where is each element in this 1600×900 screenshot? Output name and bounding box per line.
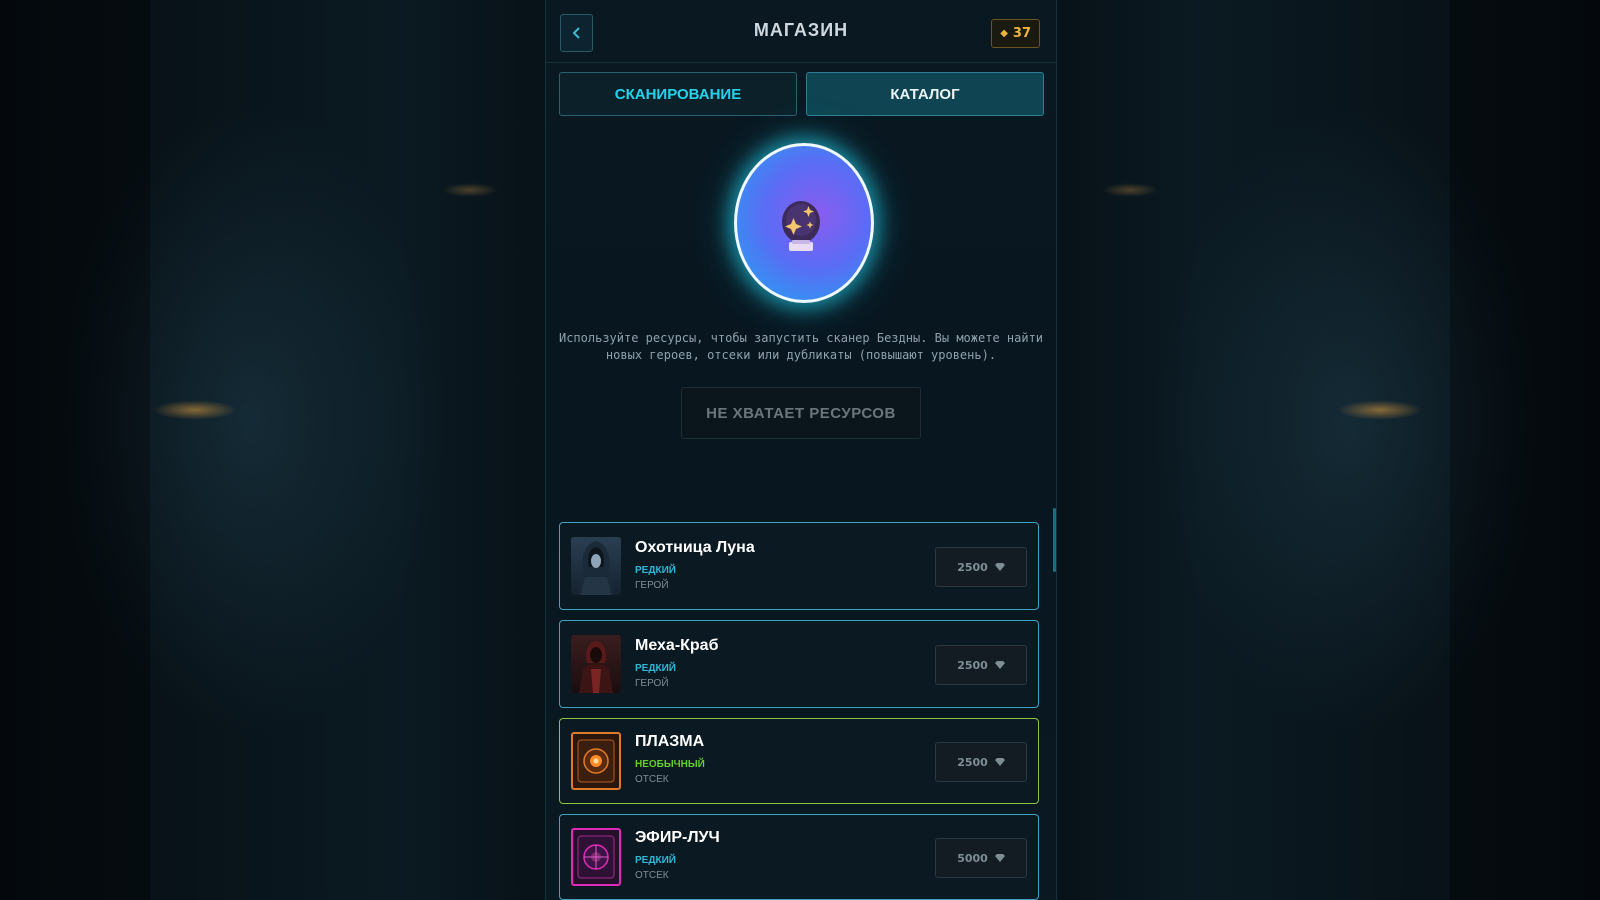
diamond-icon: ◆ — [1000, 28, 1008, 39]
scanner-orb[interactable] — [734, 143, 874, 303]
item-type: ОТСЕК — [635, 774, 669, 785]
buy-button[interactable]: 5000 — [935, 838, 1027, 878]
shop-item-card[interactable]: Меха-Краб РЕДКИЙ ГЕРОЙ 2500 — [559, 620, 1039, 708]
shop-item-card[interactable]: Охотница Луна РЕДКИЙ ГЕРОЙ 2500 — [559, 522, 1039, 610]
shop-panel: МАГАЗИН ◆ 37 СКАНИРОВАНИЕ КАТАЛОГ Исполь… — [545, 0, 1057, 900]
plasma-module-icon — [571, 732, 621, 790]
price-value: 2500 — [957, 755, 988, 769]
item-type: ГЕРОЙ — [635, 678, 669, 689]
item-rarity: НЕОБЫЧНЫЙ — [635, 759, 705, 770]
item-rarity: РЕДКИЙ — [635, 663, 676, 674]
buy-button[interactable]: 2500 — [935, 742, 1027, 782]
background-shadow-left — [0, 0, 150, 900]
price-value: 5000 — [957, 851, 988, 865]
page-title: МАГАЗИН — [753, 20, 849, 40]
tab-catalog[interactable]: КАТАЛОГ — [806, 72, 1044, 116]
crystal-ball-icon — [782, 201, 820, 251]
currency-value: 37 — [1012, 26, 1031, 41]
item-type: ОТСЕК — [635, 870, 669, 881]
shop-item-card[interactable]: ЭФИР-ЛУЧ РЕДКИЙ ОТСЕК 5000 — [559, 814, 1039, 900]
currency-badge: ◆ 37 — [991, 19, 1040, 48]
scanner-description: Используйте ресурсы, чтобы запустить ска… — [558, 331, 1044, 362]
shop-item-card[interactable]: ПЛАЗМА НЕОБЫЧНЫЙ ОТСЕК 2500 — [559, 718, 1039, 804]
shop-header: МАГАЗИН ◆ 37 — [546, 0, 1056, 63]
gem-icon — [994, 854, 1005, 862]
red-knight-portrait — [571, 635, 621, 693]
tab-scan[interactable]: СКАНИРОВАНИЕ — [559, 72, 797, 116]
hooded-hunter-portrait — [571, 537, 621, 595]
shop-tabs: СКАНИРОВАНИЕ КАТАЛОГ — [559, 72, 1044, 116]
buy-button[interactable]: 2500 — [935, 547, 1027, 587]
item-type: ГЕРОЙ — [635, 580, 669, 591]
ether-beam-module-icon — [571, 828, 621, 886]
price-value: 2500 — [957, 658, 988, 672]
price-value: 2500 — [957, 560, 988, 574]
item-name: ЭФИР-ЛУЧ — [635, 829, 720, 846]
gem-icon — [994, 563, 1005, 571]
background-shadow-right — [1450, 0, 1600, 900]
item-name: ПЛАЗМА — [635, 733, 705, 750]
buy-button[interactable]: 2500 — [935, 645, 1027, 685]
item-rarity: РЕДКИЙ — [635, 565, 676, 576]
gem-icon — [994, 758, 1005, 766]
item-name: Охотница Луна — [635, 539, 755, 556]
item-rarity: РЕДКИЙ — [635, 855, 676, 866]
gem-icon — [994, 661, 1005, 669]
item-name: Меха-Краб — [635, 637, 719, 654]
scrollbar-thumb[interactable] — [1053, 508, 1056, 572]
scan-button-disabled[interactable]: НЕ ХВАТАЕТ РЕСУРСОВ — [681, 387, 921, 439]
